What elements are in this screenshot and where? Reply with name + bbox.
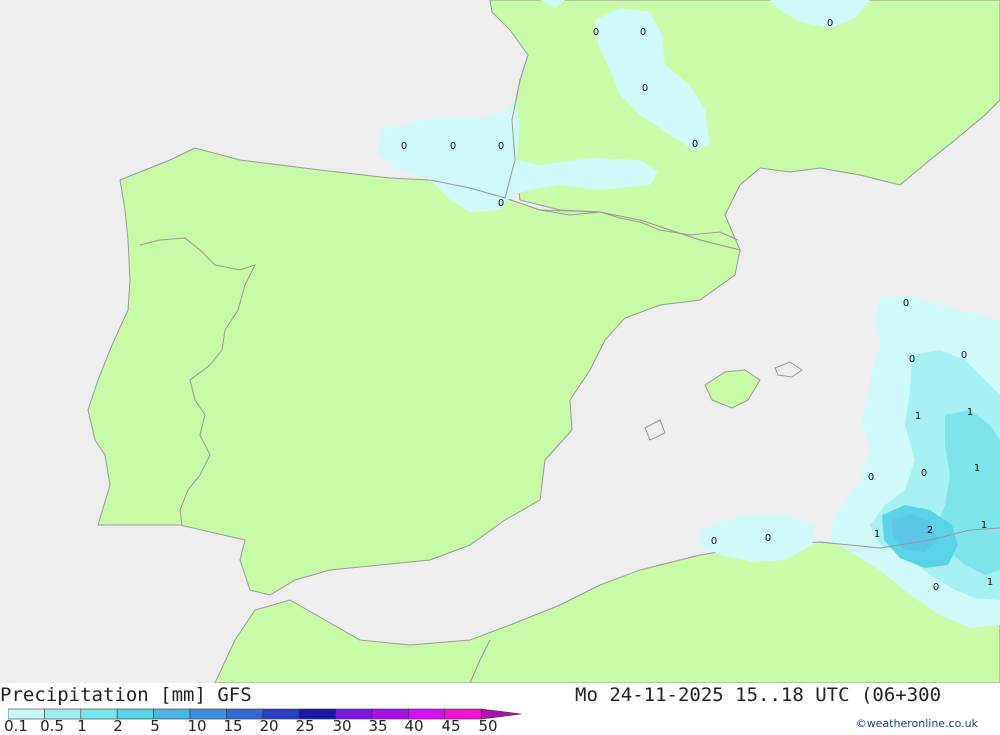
map-value-label: 0 — [450, 141, 456, 152]
map-value-label: 0 — [921, 468, 927, 479]
color-scale-tick-label: 35 — [368, 717, 388, 735]
color-scale-tick-label: 30 — [332, 717, 352, 735]
map-value-label: 0 — [642, 83, 648, 94]
map-value-label: 2 — [927, 525, 933, 536]
color-scale-tick-label: 25 — [295, 717, 315, 735]
map-value-label: 0 — [868, 472, 874, 483]
color-scale-tick-label: 45 — [441, 717, 461, 735]
color-scale-tick-label: 5 — [150, 717, 160, 735]
legend-footer: Precipitation [mm] GFS Mo 24-11-2025 15.… — [0, 683, 1000, 735]
map-value-label: 1 — [974, 463, 980, 474]
map-value-label: 0 — [593, 27, 599, 38]
map-value-label: 0 — [498, 141, 504, 152]
map-value-label: 0 — [692, 139, 698, 150]
credit-text: ©weatheronline.co.uk — [855, 717, 978, 730]
map-value-label: 1 — [915, 411, 921, 422]
map-value-label: 0 — [711, 536, 717, 547]
map-value-label: 0 — [909, 354, 915, 365]
map-value-label: 1 — [967, 407, 973, 418]
map-value-label: 0 — [765, 533, 771, 544]
color-scale-tick-label: 1 — [77, 717, 87, 735]
map-title: Precipitation [mm] GFS — [0, 684, 252, 706]
color-scale-tick-label: 15 — [223, 717, 243, 735]
map-value-label: 0 — [401, 141, 407, 152]
map-value-label: 0 — [933, 582, 939, 593]
color-scale-tick-label: 0.5 — [40, 717, 64, 735]
map-value-label: 0 — [640, 27, 646, 38]
color-scale-tick-label: 10 — [187, 717, 207, 735]
map-value-label: 0 — [903, 298, 909, 309]
forecast-datetime: Mo 24-11-2025 15..18 UTC (06+300 — [575, 684, 942, 706]
map-value-label: 1 — [874, 529, 880, 540]
map-value-label: 0 — [827, 18, 833, 29]
color-scale-tick-label: 2 — [113, 717, 123, 735]
color-scale-tick-label: 50 — [478, 717, 498, 735]
color-scale-tick-label: 20 — [259, 717, 279, 735]
precipitation-map: 0 0 0 0 0 0 0 0 0 0 0 0 1 1 0 0 1 1 2 1 … — [0, 0, 1000, 683]
map-value-label: 0 — [961, 350, 967, 361]
map-value-label: 1 — [981, 520, 987, 531]
color-scale-tick-label: 0.1 — [4, 717, 28, 735]
map-value-label: 0 — [498, 198, 504, 209]
map-value-label: 1 — [987, 577, 993, 588]
color-scale-tick-label: 40 — [404, 717, 424, 735]
